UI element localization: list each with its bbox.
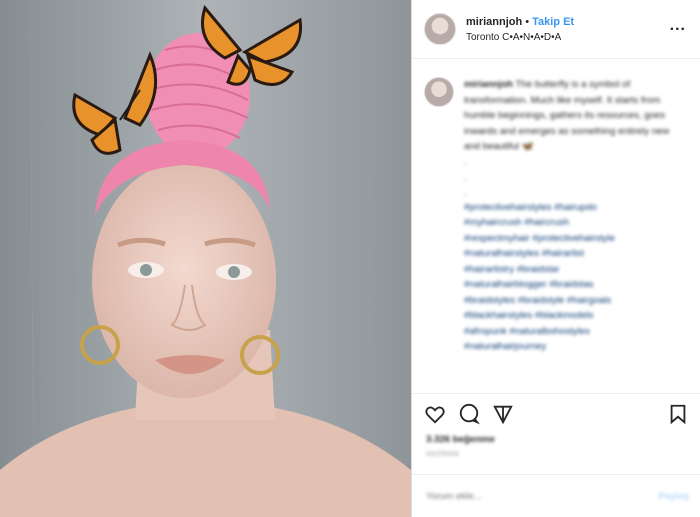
share-icon[interactable] bbox=[492, 403, 514, 425]
separator-dot: • bbox=[525, 16, 530, 28]
caption-text-block: miriannjoh The butterfly is a symbol of … bbox=[464, 77, 674, 355]
instagram-post: miriannjoh • Takip Et Toronto C•A•N•A•D•A … bbox=[0, 0, 700, 517]
portrait-illustration bbox=[0, 0, 411, 517]
post-comment-button[interactable]: Paylaş bbox=[659, 491, 689, 502]
caption-dot: . bbox=[464, 186, 467, 198]
caption-username[interactable]: miriannjoh bbox=[464, 79, 513, 90]
hashtag-line[interactable]: #blackhairstyles #blackmodels bbox=[464, 308, 674, 324]
username-link[interactable]: miriannjoh bbox=[466, 16, 522, 28]
hashtag-line[interactable]: #naturalhairblogger #braidstas bbox=[464, 277, 674, 293]
post-sidebar: miriannjoh • Takip Et Toronto C•A•N•A•D•A … bbox=[411, 0, 700, 517]
hashtag-line[interactable]: #naturalhairjourney bbox=[464, 339, 674, 355]
caption-dot: . bbox=[464, 156, 467, 168]
caption-avatar[interactable] bbox=[424, 77, 454, 107]
location-link[interactable]: Toronto C•A•N•A•D•A bbox=[466, 30, 668, 45]
comment-input[interactable] bbox=[424, 489, 659, 503]
post-header: miriannjoh • Takip Et Toronto C•A•N•A•D•A … bbox=[412, 0, 700, 59]
caption: miriannjoh The butterfly is a symbol of … bbox=[412, 59, 700, 355]
hashtag-line[interactable]: #hairartistry #braidstar bbox=[464, 262, 674, 278]
more-options-icon[interactable]: ... bbox=[668, 17, 688, 41]
bookmark-icon[interactable] bbox=[667, 403, 689, 425]
comment-box: Paylaş bbox=[412, 474, 700, 517]
hashtag-line[interactable]: #myhaircrush #haircrush bbox=[464, 215, 674, 231]
avatar[interactable] bbox=[424, 13, 456, 45]
hashtag-line[interactable]: #naturalhairstyles #hairartist bbox=[464, 246, 674, 262]
action-bar: 3.326 beğenme HAZİRAN bbox=[412, 393, 700, 458]
hashtag-line[interactable]: #braidstyles #braidstyle #hairgoals bbox=[464, 293, 674, 309]
action-icons bbox=[412, 394, 700, 428]
heart-icon[interactable] bbox=[424, 403, 446, 425]
comment-icon[interactable] bbox=[458, 403, 480, 425]
follow-button[interactable]: Takip Et bbox=[532, 16, 574, 28]
hashtag-list: #protectivehairstyles #hairupdo #myhairc… bbox=[464, 200, 674, 355]
like-count[interactable]: 3.326 beğenme bbox=[412, 428, 700, 445]
hashtag-line[interactable]: #afropunk #naturalbohostyles bbox=[464, 324, 674, 340]
caption-dots: . . . bbox=[464, 155, 674, 200]
post-photo[interactable] bbox=[0, 0, 411, 517]
post-time: HAZİRAN bbox=[426, 451, 459, 458]
hashtag-line[interactable]: #respectmyhair #protectivehairstyle bbox=[464, 231, 674, 247]
caption-dot: . bbox=[464, 171, 467, 183]
hashtag-line[interactable]: #protectivehairstyles #hairupdo bbox=[464, 200, 674, 216]
header-info: miriannjoh • Takip Et Toronto C•A•N•A•D•A bbox=[466, 13, 668, 45]
